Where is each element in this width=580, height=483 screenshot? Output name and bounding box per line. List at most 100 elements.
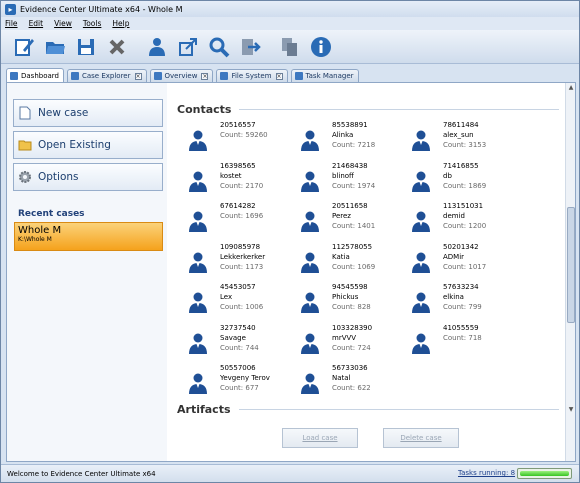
contact-name: ADMir	[443, 252, 465, 261]
task-progress-bar	[517, 468, 572, 479]
person-icon	[412, 211, 430, 232]
close-tab-icon[interactable]: ×	[275, 72, 283, 80]
scroll-down-icon[interactable]: ▼	[566, 405, 576, 415]
contact-item[interactable]: 45453057 Lex Count: 1006	[187, 283, 297, 319]
new-case-button[interactable]: New case	[13, 99, 163, 127]
scroll-thumb[interactable]	[567, 207, 575, 323]
person-icon	[301, 333, 319, 354]
menu-view[interactable]: View	[54, 19, 72, 28]
contact-id: 109085978	[220, 242, 261, 251]
delete-case-button[interactable]: Delete case	[383, 428, 459, 448]
tab-label: Dashboard	[21, 71, 59, 80]
tab-case-explorer[interactable]: Case Explorer ×	[66, 69, 147, 82]
contact-id: 21468438	[332, 161, 368, 170]
contact-count: Count: 59260	[220, 131, 268, 139]
artifacts-heading: Artifacts	[177, 403, 559, 416]
contact-id: 20511658	[332, 202, 368, 210]
contact-count: Count: 677	[220, 384, 259, 392]
options-button[interactable]: Options	[13, 163, 163, 191]
contact-name: db	[443, 171, 452, 180]
info-icon[interactable]	[309, 35, 333, 59]
contact-item[interactable]: 113151031 demid Count: 1200	[410, 202, 520, 238]
tab-task-manager[interactable]: Task Manager	[290, 69, 359, 82]
contact-item[interactable]: 50201342 ADMir Count: 1017	[410, 243, 520, 279]
contact-item[interactable]: 71416855 db Count: 1869	[410, 162, 520, 198]
contact-count: Count: 622	[332, 384, 371, 392]
tab-overview[interactable]: Overview ×	[149, 69, 214, 82]
contact-item[interactable]: 78611484 alex_sun Count: 3153	[410, 121, 520, 157]
person-icon	[189, 333, 207, 354]
contact-count: Count: 744	[220, 343, 259, 352]
person-icon	[189, 211, 207, 232]
contact-count: Count: 718	[443, 333, 482, 342]
contact-name: elkina	[443, 293, 464, 301]
contact-item[interactable]: 94545598 Phickus Count: 828	[299, 283, 409, 319]
scroll-up-icon[interactable]: ▲	[566, 83, 576, 93]
contact-name: Lex	[220, 293, 233, 301]
contact-item[interactable]: 57633234 elkina Count: 799	[410, 283, 520, 319]
contact-name: Yevgeny Terov	[220, 374, 270, 382]
contact-id: 113151031	[443, 202, 484, 210]
contacts-title: Contacts	[177, 103, 232, 116]
case-icon	[70, 72, 79, 80]
contact-item[interactable]: 20511658 Perez Count: 1401	[299, 202, 409, 238]
contact-item[interactable]: 109085978 Lekkerkerker Count: 1173	[187, 243, 297, 279]
edit-icon[interactable]	[12, 35, 36, 59]
recent-case-name: Whole M	[18, 225, 62, 236]
open-folder-icon[interactable]	[43, 35, 67, 59]
contact-item[interactable]: 41055559 Count: 718	[410, 324, 520, 360]
user-icon[interactable]	[145, 35, 169, 59]
contact-id: 112578055	[332, 242, 373, 251]
menu-file[interactable]: File	[5, 19, 18, 28]
contact-name: Phickus	[332, 293, 359, 301]
contact-id: 103328390	[332, 323, 373, 332]
tab-label: Overview	[164, 72, 198, 80]
contact-count: Count: 1696	[220, 212, 264, 220]
contact-count: Count: 1401	[332, 222, 376, 230]
contact-item[interactable]: 20516557 Count: 59260	[187, 121, 297, 157]
new-document-icon	[19, 106, 31, 120]
recent-cases-heading: Recent cases	[18, 209, 85, 219]
person-icon	[189, 373, 207, 394]
menu-help[interactable]: Help	[112, 19, 129, 28]
recent-case-item[interactable]: Whole M K:\Whole M	[14, 222, 163, 251]
contact-item[interactable]: 67614282 Count: 1696	[187, 202, 297, 238]
menu-tools[interactable]: Tools	[83, 19, 101, 28]
save-icon[interactable]	[74, 35, 98, 59]
import-icon[interactable]	[238, 35, 262, 59]
tab-dashboard[interactable]: Dashboard	[6, 68, 64, 82]
toolbar	[1, 30, 579, 64]
tasks-running-link[interactable]: Tasks running: 8	[458, 469, 515, 477]
contact-name: mrVVV	[332, 333, 357, 342]
person-icon	[301, 130, 319, 151]
tab-label: Case Explorer	[81, 72, 131, 80]
contact-id: 94545598	[332, 283, 368, 291]
contact-item[interactable]: 112578055 Katia Count: 1069	[299, 243, 409, 279]
contact-item[interactable]: 56733036 Natal Count: 622	[299, 364, 409, 400]
close-tab-icon[interactable]: ×	[134, 72, 142, 80]
contact-item[interactable]: 103328390 mrVVV Count: 724	[299, 324, 409, 360]
menu-edit[interactable]: Edit	[29, 19, 44, 28]
contact-item[interactable]: 50557006 Yevgeny Terov Count: 677	[187, 364, 297, 400]
contact-name: demid	[443, 212, 465, 220]
dashboard-panel: New case Open Existing Options Recent ca…	[6, 82, 576, 462]
tab-file-system[interactable]: File System ×	[216, 69, 288, 82]
dashboard-icon	[10, 71, 18, 80]
contact-item[interactable]: 16398565 kostet Count: 2170	[187, 162, 297, 198]
contact-item[interactable]: 32737540 Savage Count: 744	[187, 324, 297, 360]
tab-label: File System	[231, 72, 272, 80]
contact-item[interactable]: 21468438 blinoff Count: 1974	[299, 162, 409, 198]
copy-icon[interactable]	[278, 35, 302, 59]
contact-item[interactable]: 85538891 Alinka Count: 7218	[299, 121, 409, 157]
search-icon[interactable]	[207, 35, 231, 59]
export-icon[interactable]	[176, 35, 200, 59]
vertical-scrollbar[interactable]: ▲ ▼	[565, 83, 575, 461]
person-icon	[412, 333, 430, 354]
close-tab-icon[interactable]: ×	[201, 72, 209, 80]
open-existing-button[interactable]: Open Existing	[13, 131, 163, 159]
person-icon	[301, 373, 319, 394]
contact-id: 71416855	[443, 161, 479, 170]
load-case-button[interactable]: Load case	[282, 428, 358, 448]
contact-count: Count: 1173	[220, 262, 264, 271]
close-x-icon[interactable]	[105, 35, 129, 59]
